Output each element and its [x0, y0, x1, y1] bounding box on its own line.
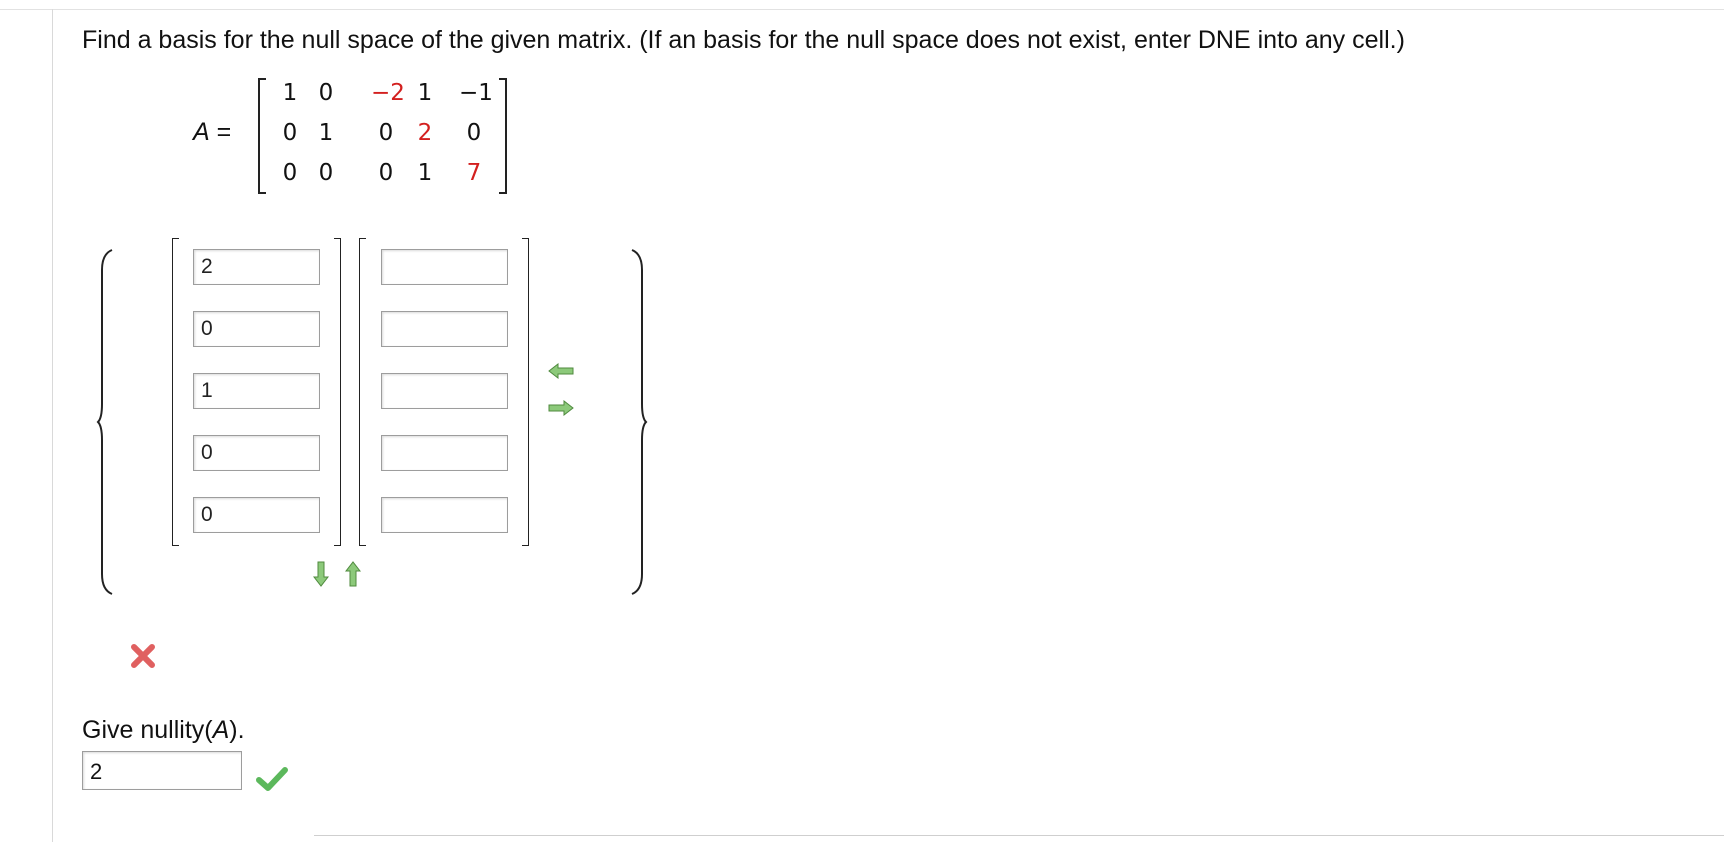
- matrix-cell: 0: [466, 120, 482, 146]
- vector1-entry-input[interactable]: 0: [193, 435, 320, 471]
- nullity-prompt-var: A: [212, 716, 230, 744]
- matrix-cell: 1: [417, 160, 433, 186]
- remove-row-arrow-icon[interactable]: [345, 560, 361, 588]
- vector2-entry-input[interactable]: [381, 373, 508, 409]
- vector2-entry-input[interactable]: [381, 435, 508, 471]
- matrix-cell: 2: [417, 120, 433, 146]
- nullity-prompt-prefix: Give nullity(: [82, 716, 213, 744]
- vector2-entry-input[interactable]: [381, 249, 508, 285]
- vector2-entry-input[interactable]: [381, 311, 508, 347]
- matrix-cell: 7: [466, 160, 482, 186]
- matrix-cell: −1: [459, 80, 493, 106]
- matrix-cell: 1: [318, 120, 334, 146]
- left-brace: [96, 249, 113, 595]
- matrix-equals: =: [216, 118, 232, 146]
- add-column-arrow-icon[interactable]: [547, 400, 575, 416]
- bottom-divider: [314, 835, 1724, 836]
- vector2-left-bracket: [359, 238, 366, 546]
- remove-column-arrow-icon[interactable]: [547, 363, 575, 379]
- nullity-input[interactable]: 2: [82, 751, 242, 790]
- matrix-cell: 0: [282, 160, 298, 186]
- question-text: Find a basis for the null space of the g…: [82, 26, 1405, 54]
- nullity-prompt-suffix: ).: [229, 716, 245, 744]
- left-margin-rule: [52, 9, 53, 842]
- vector2-right-bracket: [522, 238, 529, 546]
- matrix-cell: 0: [378, 160, 394, 186]
- vector1-entry-input[interactable]: 2: [193, 249, 320, 285]
- green-check-icon: [256, 767, 288, 791]
- vector1-right-bracket: [334, 238, 341, 546]
- matrix-cell: 1: [282, 80, 298, 106]
- matrix-right-bracket: [499, 78, 507, 194]
- right-brace: [631, 249, 648, 595]
- red-x-icon: [131, 644, 155, 668]
- matrix-left-bracket: [258, 78, 266, 194]
- matrix-label: A =: [193, 118, 231, 147]
- nullity-prompt: Give nullity(A).: [82, 716, 245, 745]
- add-row-arrow-icon[interactable]: [313, 560, 329, 588]
- matrix-cell: 0: [318, 160, 334, 186]
- vector1-entry-input[interactable]: 0: [193, 311, 320, 347]
- matrix-cell: 0: [378, 120, 394, 146]
- vector2-entry-input[interactable]: [381, 497, 508, 533]
- top-divider: [0, 9, 1724, 10]
- matrix-cell: 1: [417, 80, 433, 106]
- matrix-var: A: [193, 118, 210, 146]
- vector1-left-bracket: [172, 238, 179, 546]
- vector1-entry-input[interactable]: 0: [193, 497, 320, 533]
- matrix-cell: −2: [371, 80, 405, 106]
- matrix-cell: 0: [282, 120, 298, 146]
- matrix-cell: 0: [318, 80, 334, 106]
- vector1-entry-input[interactable]: 1: [193, 373, 320, 409]
